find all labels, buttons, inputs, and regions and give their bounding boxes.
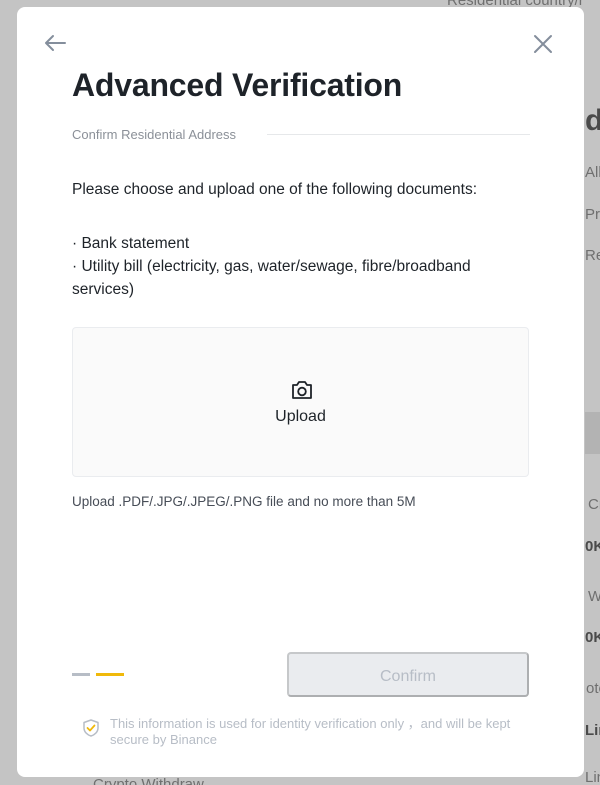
- document-list: Bank statement Utility bill (electricity…: [72, 232, 522, 301]
- bg-text-fragment: Cr: [588, 496, 600, 513]
- bg-heading-fragment: dv: [585, 104, 600, 137]
- instructions-text: Please choose and upload one of the foll…: [72, 181, 478, 198]
- bg-text-fragment: Re: [585, 247, 600, 264]
- progress-step-1: [72, 673, 90, 676]
- bg-bar: [585, 412, 600, 454]
- step-divider: [267, 134, 530, 135]
- list-item: Utility bill (electricity, gas, water/se…: [72, 255, 522, 301]
- camera-icon: [292, 381, 312, 399]
- bg-text-fragment: Lin: [585, 722, 600, 739]
- bg-footer-text: Crypto Withdraw: [93, 776, 204, 785]
- bg-text-fragment: 0K: [585, 629, 600, 646]
- confirm-button[interactable]: Confirm: [287, 652, 529, 697]
- page-title: Advanced Verification: [72, 67, 403, 103]
- bg-text-fragment: Pro: [585, 206, 600, 223]
- bg-text-fragment: 0K: [585, 538, 600, 555]
- file-format-hint: Upload .PDF/.JPG/.JPEG/.PNG file and no …: [72, 494, 416, 509]
- step-label: Confirm Residential Address: [72, 127, 237, 142]
- list-item: Bank statement: [72, 232, 522, 255]
- back-button[interactable]: [43, 33, 67, 53]
- upload-label: Upload: [275, 408, 326, 425]
- step-progress-indicator: [72, 673, 124, 676]
- bg-text-fragment: oto: [586, 680, 600, 697]
- shield-check-icon: [83, 719, 99, 737]
- arrow-left-icon: [45, 35, 66, 51]
- security-note-text: This information is used for identity ve…: [110, 716, 511, 747]
- upload-dropzone[interactable]: Upload: [72, 327, 529, 477]
- bg-text-fragment: All: [585, 164, 600, 181]
- bg-text-fragment: W: [588, 588, 600, 605]
- progress-step-2: [96, 673, 124, 676]
- bg-text-fragment: Lin: [585, 769, 600, 785]
- close-icon: [534, 35, 552, 53]
- advanced-verification-modal: Advanced Verification Confirm Residentia…: [17, 7, 584, 777]
- close-button[interactable]: [532, 33, 554, 55]
